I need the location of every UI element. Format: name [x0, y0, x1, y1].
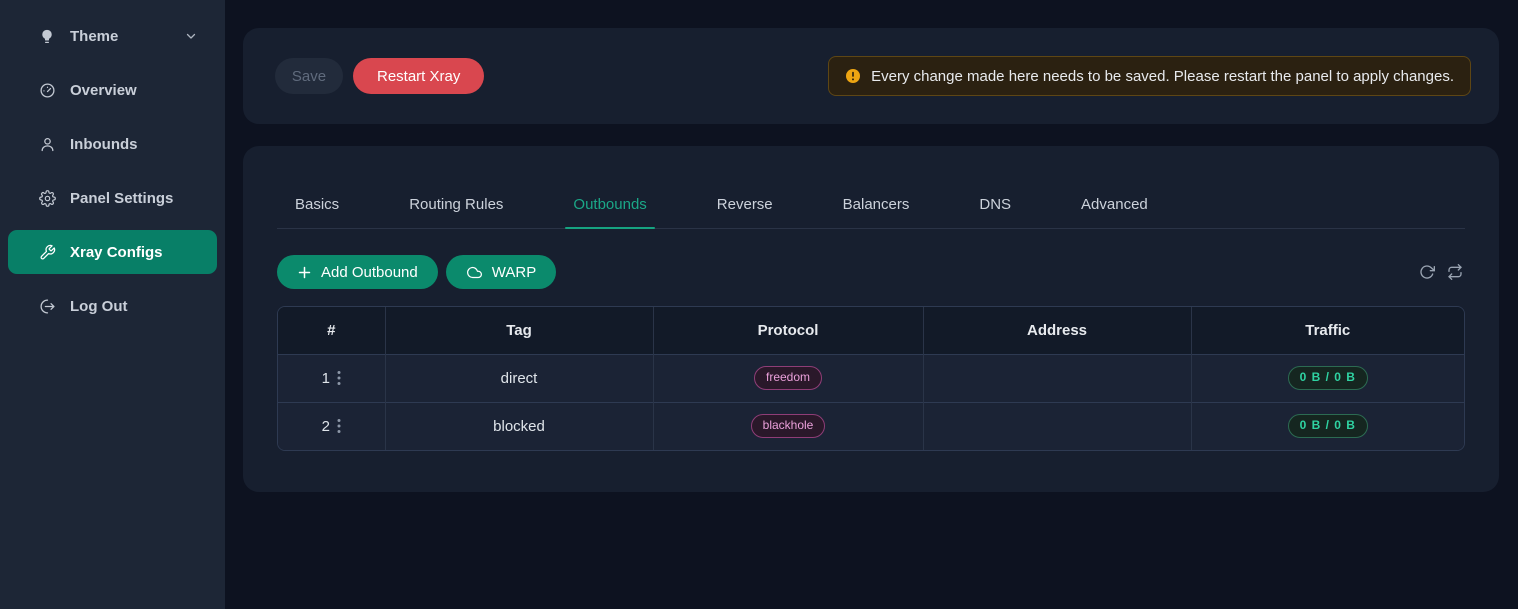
- protocol-badge: blackhole: [751, 414, 826, 438]
- sidebar-item-label: Overview: [70, 82, 137, 99]
- wrench-icon: [38, 244, 56, 261]
- xray-config-card: Basics Routing Rules Outbounds Reverse B…: [243, 146, 1499, 492]
- tab-routing-rules[interactable]: Routing Rules: [409, 196, 503, 228]
- outbounds-table: # Tag Protocol Address Traffic 1: [277, 306, 1465, 451]
- config-tabs: Basics Routing Rules Outbounds Reverse B…: [277, 174, 1465, 229]
- plus-icon: [297, 265, 312, 280]
- bulb-icon: [38, 28, 56, 45]
- repeat-icon[interactable]: [1447, 264, 1463, 280]
- tab-balancers[interactable]: Balancers: [843, 196, 910, 228]
- sidebar-item-log-out[interactable]: Log Out: [8, 284, 217, 328]
- tab-advanced[interactable]: Advanced: [1081, 196, 1148, 228]
- cloud-icon: [466, 265, 483, 280]
- table-row: 1 direct freedom 0 B / 0 B: [278, 354, 1464, 402]
- sidebar: Theme Overview Inbounds Panel Settings X…: [0, 0, 225, 609]
- chevron-down-icon: [185, 30, 197, 42]
- tab-reverse[interactable]: Reverse: [717, 196, 773, 228]
- cell-address: [923, 354, 1191, 402]
- table-icon-actions: [1419, 264, 1465, 280]
- column-header-tag: Tag: [385, 307, 653, 354]
- column-header-index: #: [278, 307, 385, 354]
- outbounds-actions-row: Add Outbound WARP: [277, 255, 1465, 289]
- sidebar-item-theme[interactable]: Theme: [8, 14, 217, 58]
- row-menu-icon[interactable]: [337, 418, 341, 434]
- table-row: 2 blocked blackhole 0 B / 0 B: [278, 402, 1464, 450]
- gear-icon: [38, 190, 56, 207]
- column-header-protocol: Protocol: [653, 307, 923, 354]
- column-header-address: Address: [923, 307, 1191, 354]
- sidebar-item-label: Panel Settings: [70, 190, 173, 207]
- protocol-badge: freedom: [754, 366, 822, 390]
- sidebar-item-label: Log Out: [70, 298, 127, 315]
- column-header-traffic: Traffic: [1191, 307, 1464, 354]
- warp-button[interactable]: WARP: [446, 255, 556, 289]
- restart-xray-button[interactable]: Restart Xray: [353, 58, 484, 94]
- sidebar-item-label: Xray Configs: [70, 244, 163, 261]
- traffic-badge: 0 B / 0 B: [1288, 366, 1368, 390]
- sidebar-item-panel-settings[interactable]: Panel Settings: [8, 176, 217, 220]
- traffic-badge: 0 B / 0 B: [1288, 414, 1368, 438]
- sidebar-item-label: Inbounds: [70, 136, 138, 153]
- tab-dns[interactable]: DNS: [979, 196, 1011, 228]
- cell-address: [923, 402, 1191, 450]
- user-icon: [38, 136, 56, 153]
- main-content: Save Restart Xray Every change made here…: [225, 0, 1518, 609]
- toolbar-card: Save Restart Xray Every change made here…: [243, 28, 1499, 124]
- warning-icon: [845, 68, 861, 84]
- row-index: 1: [322, 370, 330, 387]
- sync-icon[interactable]: [1419, 264, 1435, 280]
- table-header-row: # Tag Protocol Address Traffic: [278, 307, 1464, 354]
- sidebar-item-overview[interactable]: Overview: [8, 68, 217, 112]
- cell-tag: blocked: [385, 402, 653, 450]
- sidebar-item-label: Theme: [70, 28, 118, 45]
- unsaved-changes-alert: Every change made here needs to be saved…: [828, 56, 1471, 96]
- row-menu-icon[interactable]: [337, 370, 341, 386]
- tab-basics[interactable]: Basics: [295, 196, 339, 228]
- tab-outbounds[interactable]: Outbounds: [573, 196, 646, 228]
- alert-text: Every change made here needs to be saved…: [871, 68, 1454, 85]
- sidebar-item-xray-configs[interactable]: Xray Configs: [8, 230, 217, 274]
- add-outbound-button[interactable]: Add Outbound: [277, 255, 438, 289]
- add-outbound-label: Add Outbound: [321, 264, 418, 281]
- cell-tag: direct: [385, 354, 653, 402]
- warp-label: WARP: [492, 264, 536, 281]
- dashboard-icon: [38, 82, 56, 99]
- save-button[interactable]: Save: [275, 58, 343, 94]
- logout-icon: [38, 298, 56, 315]
- sidebar-item-inbounds[interactable]: Inbounds: [8, 122, 217, 166]
- row-index: 2: [322, 418, 330, 435]
